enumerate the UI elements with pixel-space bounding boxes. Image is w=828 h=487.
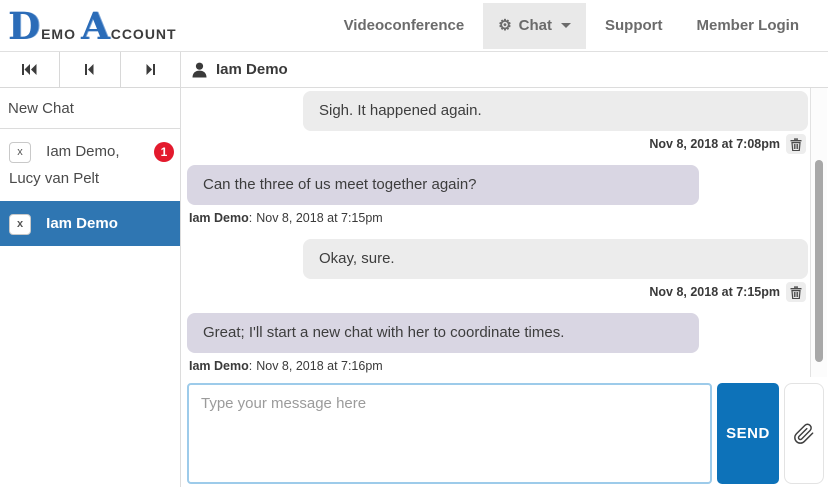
top-header: D EMO A CCOUNT Videoconference ⚙ Chat Su…: [0, 0, 828, 52]
chat-list-item-group[interactable]: 1 x Iam Demo, Lucy van Pelt: [0, 129, 180, 201]
gear-icon: ⚙: [498, 18, 511, 33]
attach-file-button[interactable]: [784, 383, 824, 484]
trash-icon: [790, 138, 802, 151]
new-chat-button[interactable]: New Chat: [0, 88, 180, 129]
logo-letter-d: D: [8, 4, 40, 48]
message-bubble: Great; I'll start a new chat with her to…: [187, 313, 699, 353]
chat-sidebar: New Chat 1 x Iam Demo, Lucy van Pelt x I…: [0, 52, 181, 487]
author-separator: :: [249, 211, 252, 225]
message-author: Iam Demo: [189, 211, 249, 225]
nav-label: Videoconference: [344, 17, 465, 34]
logo[interactable]: D EMO A CCOUNT: [8, 4, 182, 51]
main-nav: Videoconference ⚙ Chat Support Member Lo…: [329, 0, 814, 51]
trash-icon: [790, 286, 802, 299]
message-timestamp: Nov 8, 2018 at 7:15pm: [649, 282, 780, 302]
message-meta: Iam Demo: Nov 8, 2018 at 7:16pm: [189, 356, 808, 376]
nav-item-support[interactable]: Support: [590, 3, 678, 49]
message-area: Sigh. It happened again. Nov 8, 2018 at …: [181, 88, 828, 377]
chat-pager-toolbar: [0, 52, 180, 88]
unread-badge: 1: [154, 142, 174, 162]
message-timestamp: Nov 8, 2018 at 7:08pm: [649, 134, 780, 154]
send-button[interactable]: SEND: [717, 383, 779, 484]
message-bubble: Okay, sure.: [303, 239, 808, 279]
nav-label: Support: [605, 17, 663, 34]
nav-item-member-login[interactable]: Member Login: [681, 3, 814, 49]
message-meta: Iam Demo: Nov 8, 2018 at 7:15pm: [189, 208, 808, 228]
author-separator: :: [249, 359, 252, 373]
close-icon[interactable]: x: [9, 214, 31, 235]
chevron-down-icon: [561, 23, 571, 28]
logo-text-emo: EMO: [41, 26, 76, 42]
message-list: Sigh. It happened again. Nov 8, 2018 at …: [181, 88, 811, 377]
message-author: Iam Demo: [189, 359, 249, 373]
fast-backward-icon: [22, 64, 37, 75]
step-forward-icon: [146, 64, 155, 75]
chat-title: Iam Demo: [216, 61, 288, 78]
nav-label: Member Login: [696, 17, 799, 34]
scrollbar-thumb[interactable]: [815, 160, 823, 362]
step-backward-icon: [85, 64, 94, 75]
message-input[interactable]: [187, 383, 712, 484]
step-backward-button[interactable]: [60, 52, 120, 87]
logo-letter-a: A: [81, 4, 110, 48]
message-bubble: Can the three of us meet together again?: [187, 165, 699, 205]
chat-header: Iam Demo: [181, 52, 828, 88]
logo-text-ccount: CCOUNT: [111, 26, 177, 42]
chat-item-label: Iam Demo: [46, 215, 118, 232]
delete-message-button[interactable]: [786, 282, 806, 302]
message-timestamp: Nov 8, 2018 at 7:16pm: [256, 359, 382, 373]
close-icon[interactable]: x: [9, 142, 31, 163]
message-meta: Nov 8, 2018 at 7:08pm: [187, 134, 806, 154]
nav-label: Chat: [519, 17, 552, 34]
message-timestamp: Nov 8, 2018 at 7:15pm: [256, 211, 382, 225]
chat-list-item-iam-demo[interactable]: x Iam Demo: [0, 201, 180, 246]
paperclip-icon: [793, 422, 815, 446]
step-forward-button[interactable]: [121, 52, 180, 87]
fast-backward-button[interactable]: [0, 52, 60, 87]
page: D EMO A CCOUNT Videoconference ⚙ Chat Su…: [0, 0, 828, 487]
person-icon: [192, 62, 207, 78]
message-bubble: Sigh. It happened again.: [303, 91, 808, 131]
message-meta: Nov 8, 2018 at 7:15pm: [187, 282, 806, 302]
delete-message-button[interactable]: [786, 134, 806, 154]
nav-item-videoconference[interactable]: Videoconference: [329, 3, 480, 49]
nav-item-chat[interactable]: ⚙ Chat: [483, 3, 586, 49]
chat-main: Iam Demo Sigh. It happened again. Nov 8,…: [181, 52, 828, 487]
scrollbar-track[interactable]: [811, 88, 827, 377]
content: New Chat 1 x Iam Demo, Lucy van Pelt x I…: [0, 52, 828, 487]
message-composer: SEND: [181, 377, 828, 487]
